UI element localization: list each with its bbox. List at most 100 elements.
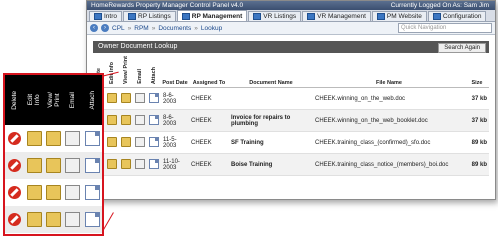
- view-print-icon[interactable]: [121, 114, 131, 125]
- zoom-cell: [83, 158, 102, 173]
- table-row: 8-6-2003 CHEEK CHEEK.winning_on_the_web.do…: [93, 87, 489, 111]
- view-print-icon[interactable]: [46, 212, 62, 227]
- zoom-header-label: Email: [69, 91, 77, 109]
- tab-icon: [128, 13, 137, 20]
- tab-rp-management[interactable]: RP Management: [176, 10, 248, 21]
- attach-icon[interactable]: [149, 92, 159, 103]
- view-print-icon[interactable]: [46, 131, 62, 146]
- attach-icon[interactable]: [84, 212, 100, 227]
- tab-configuration[interactable]: Configuration: [427, 11, 487, 21]
- zoom-cell: [63, 131, 82, 146]
- breadcrumb-item[interactable]: CPL: [112, 25, 125, 32]
- email-icon[interactable]: [135, 92, 145, 103]
- delete-icon[interactable]: [8, 186, 22, 199]
- breadcrumb-separator: »: [151, 24, 156, 32]
- size-cell: 89 kb: [465, 153, 489, 177]
- col-post-date: Post Date: [161, 55, 189, 89]
- tab-label: VR Listings: [263, 13, 297, 20]
- view-print-icon[interactable]: [121, 136, 131, 147]
- zoom-cell: [44, 158, 63, 173]
- email-icon[interactable]: [65, 131, 81, 146]
- zoom-header-label: Attach: [88, 90, 96, 110]
- table-row: 8-6-2003 CHEEK Invoice for repairs to plum…: [93, 109, 489, 133]
- document-name-cell: SF Training: [229, 131, 313, 155]
- tab-rp-listings[interactable]: RP Listings: [123, 11, 176, 21]
- forward-arrow-icon[interactable]: ›: [101, 24, 109, 32]
- panel-header: Owner Document Lookup Search Again: [93, 41, 489, 53]
- edit-info-icon[interactable]: [26, 212, 42, 227]
- delete-icon[interactable]: [8, 159, 22, 172]
- email-icon[interactable]: [65, 212, 81, 227]
- assigned-to-cell: CHEEK: [189, 109, 229, 133]
- zoom-header-cell: Attach: [83, 75, 102, 125]
- attach-icon[interactable]: [149, 114, 159, 125]
- search-again-button[interactable]: Search Again: [438, 43, 486, 53]
- tab-icon: [376, 13, 385, 20]
- tab-icon: [432, 13, 441, 20]
- view-print-icon[interactable]: [121, 92, 131, 103]
- delete-icon[interactable]: [8, 213, 22, 226]
- breadcrumb-item[interactable]: Documents: [158, 25, 191, 32]
- zoom-row: [5, 125, 102, 152]
- delete-icon[interactable]: [8, 132, 22, 145]
- edit-info-icon[interactable]: [26, 158, 42, 173]
- back-arrow-icon[interactable]: ‹: [90, 24, 98, 32]
- attach-icon[interactable]: [149, 158, 159, 169]
- size-cell: 37 kb: [465, 87, 489, 111]
- attach-icon[interactable]: [149, 136, 159, 147]
- email-icon[interactable]: [135, 114, 145, 125]
- breadcrumb-item[interactable]: RPM: [134, 25, 148, 32]
- edit-info-icon[interactable]: [107, 158, 117, 169]
- tab-label: RP Management: [191, 12, 243, 20]
- zoom-header-label: View/ Print: [46, 92, 61, 108]
- zoom-row: [5, 206, 102, 233]
- view-print-icon[interactable]: [121, 158, 131, 169]
- email-icon[interactable]: [65, 185, 81, 200]
- zoom-cell: [5, 186, 24, 199]
- breadcrumb-separator: »: [127, 24, 132, 32]
- breadcrumb-item[interactable]: Lookup: [201, 25, 222, 32]
- zoom-cell: [63, 212, 82, 227]
- edit-info-icon[interactable]: [107, 136, 117, 147]
- tab-pm-website[interactable]: PM Website: [371, 11, 427, 21]
- zoom-cell: [63, 185, 82, 200]
- attach-icon[interactable]: [84, 131, 100, 146]
- tab-intro[interactable]: Intro: [89, 11, 123, 21]
- zoom-cell: [44, 185, 63, 200]
- zoom-cell: [5, 159, 24, 172]
- zoom-cell: [24, 212, 43, 227]
- size-cell: 89 kb: [465, 131, 489, 155]
- main-tabs: Intro RP Listings RP Management VR Listings…: [87, 10, 495, 22]
- edit-info-icon[interactable]: [26, 131, 42, 146]
- control-panel-window: HomeRewards Property Manager Control Pan…: [86, 0, 496, 200]
- view-print-icon[interactable]: [46, 185, 62, 200]
- email-icon[interactable]: [135, 158, 145, 169]
- attach-icon[interactable]: [84, 185, 100, 200]
- tab-vr-listings[interactable]: VR Listings: [248, 11, 302, 21]
- tab-vr-management[interactable]: VR Management: [302, 11, 371, 21]
- file-name-cell: CHEEK.training_class_notice_(members)_bo…: [313, 153, 465, 177]
- tab-label: Intro: [104, 13, 118, 20]
- tab-icon: [307, 13, 316, 20]
- email-icon[interactable]: [65, 158, 81, 173]
- edit-info-icon[interactable]: [107, 92, 117, 103]
- tab-label: RP Listings: [138, 13, 171, 20]
- view-print-icon[interactable]: [46, 158, 62, 173]
- tab-label: PM Website: [386, 13, 422, 20]
- file-name-cell: CHEEK.winning_on_the_web.doc: [313, 87, 465, 111]
- zoom-header-label: Edit Info: [27, 94, 42, 106]
- col-size: Size: [465, 55, 489, 89]
- title-bar: HomeRewards Property Manager Control Pan…: [87, 1, 495, 10]
- navigation-bar: ‹ › CPL» RPM» Documents» Lookup Quick Navig…: [87, 22, 495, 35]
- email-icon[interactable]: [135, 136, 145, 147]
- col-view-print: View/ Print: [123, 56, 129, 85]
- edit-info-icon[interactable]: [26, 185, 42, 200]
- zoom-header-label: Delete: [11, 90, 19, 110]
- zoom-header-cell: Delete: [5, 75, 24, 125]
- col-file-name: File Name: [313, 55, 465, 89]
- attach-icon[interactable]: [84, 158, 100, 173]
- tab-label: VR Management: [317, 13, 366, 20]
- tab-icon: [181, 12, 190, 20]
- quick-navigation-input[interactable]: Quick Navigation: [398, 23, 492, 33]
- edit-info-icon[interactable]: [107, 114, 117, 125]
